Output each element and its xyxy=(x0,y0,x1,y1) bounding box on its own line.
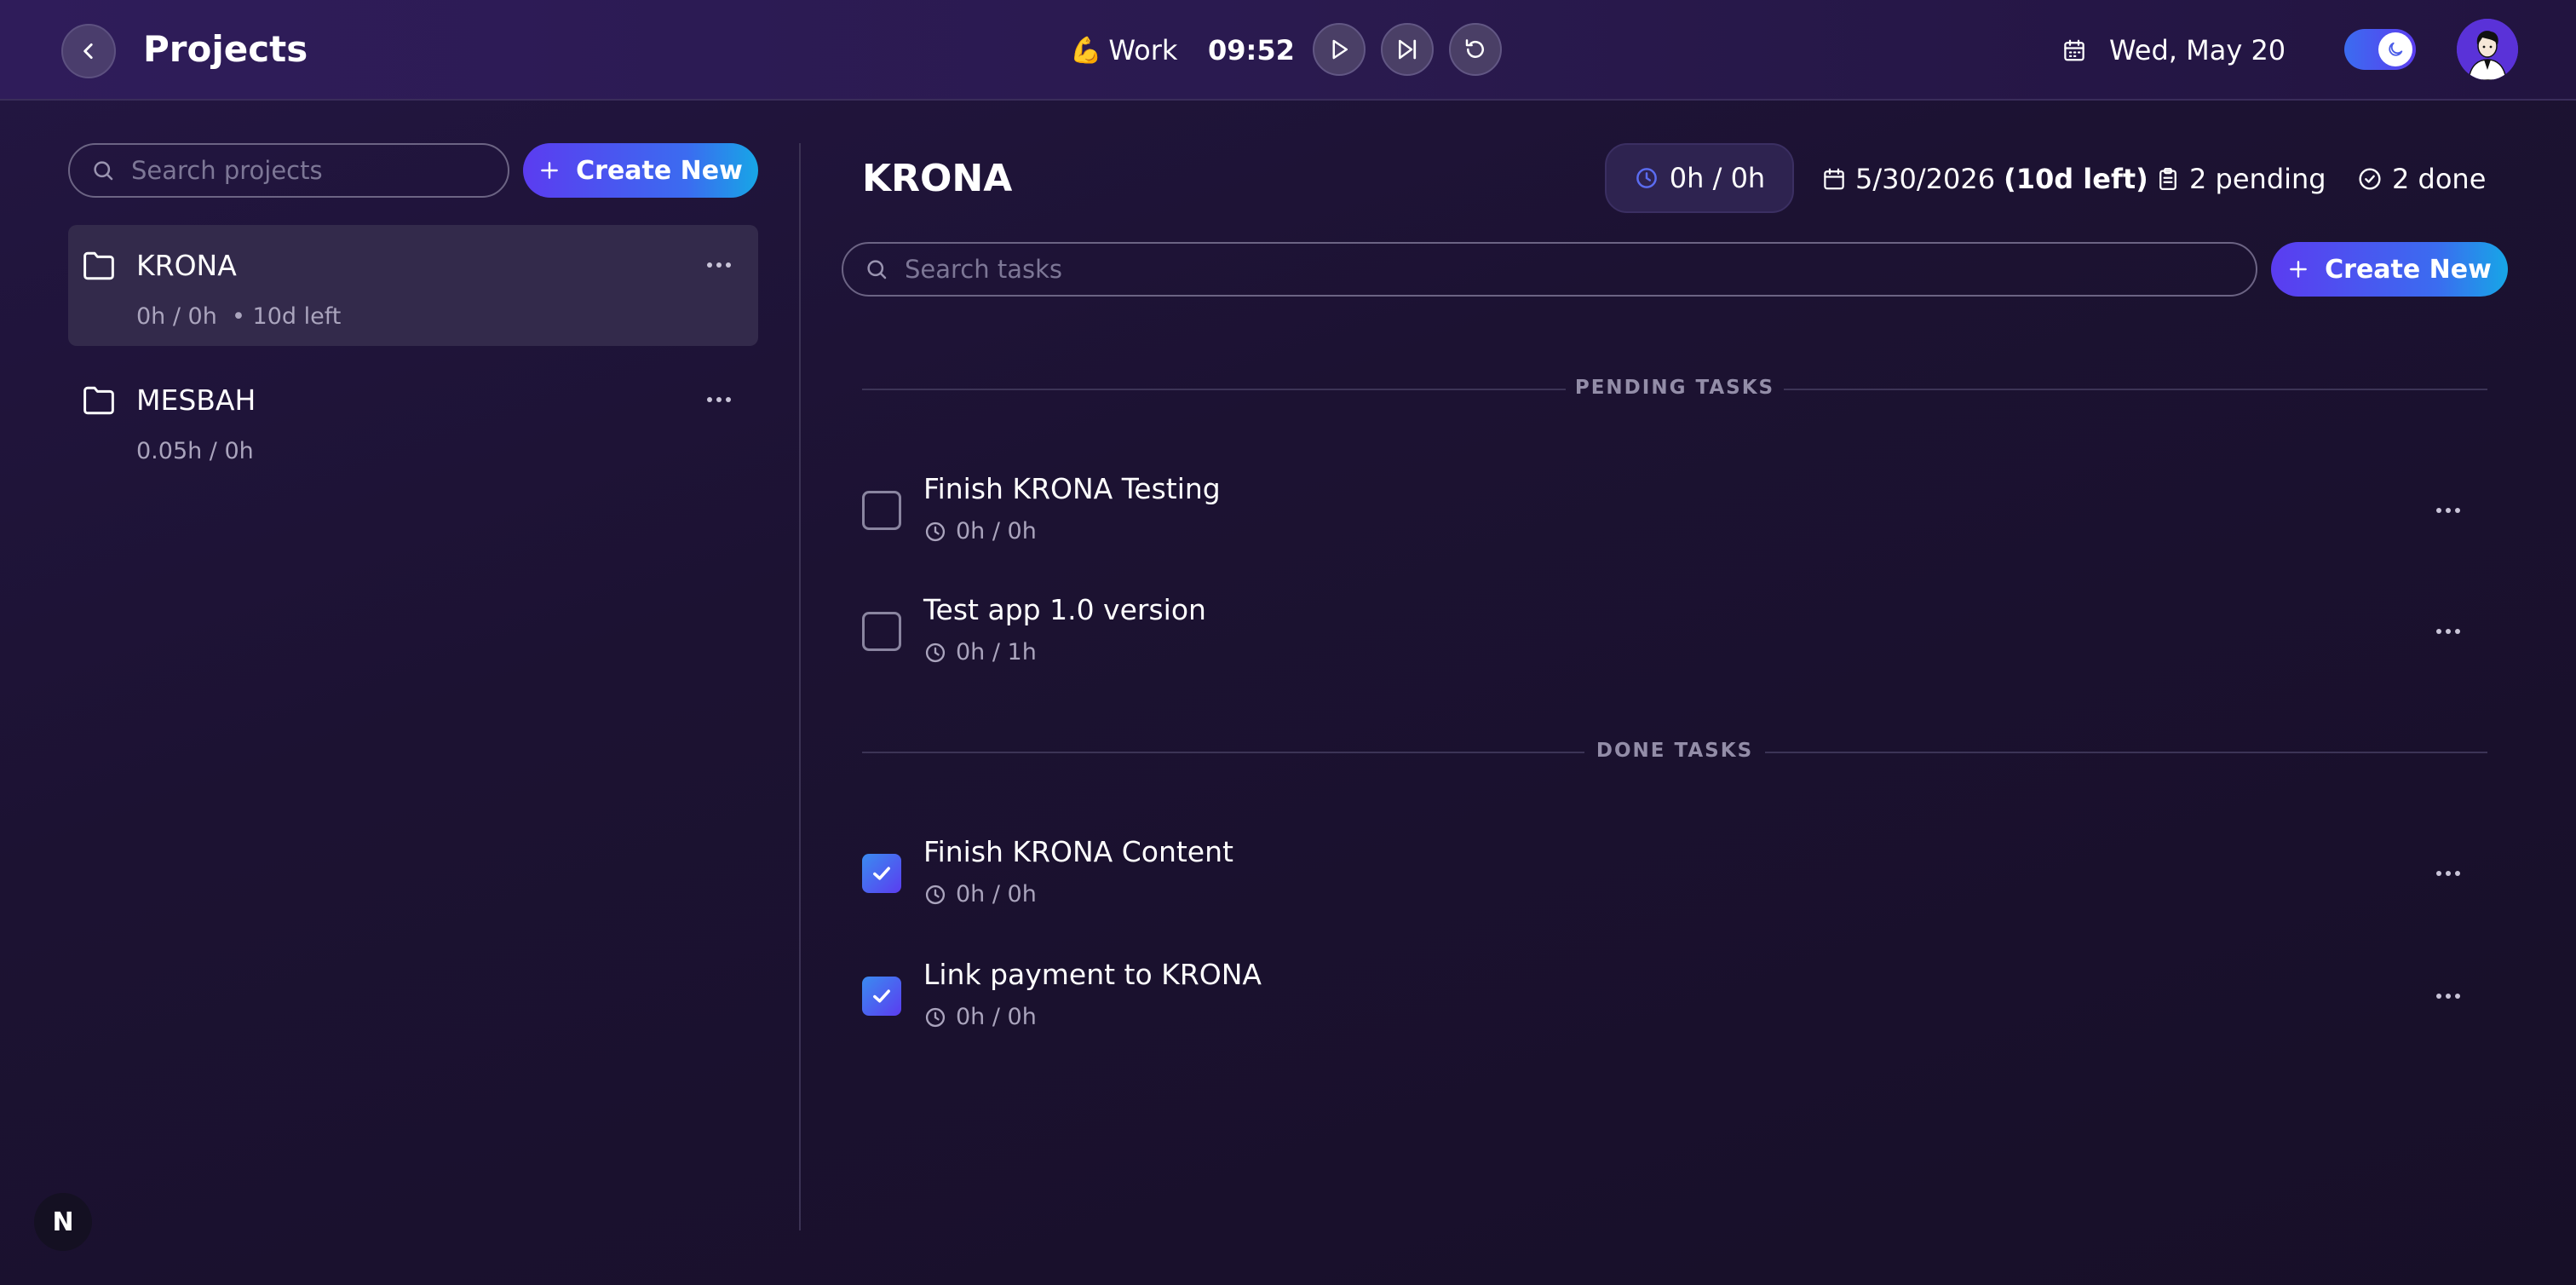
hours-summary: 0h / 0h xyxy=(1605,143,1794,213)
project-search-input[interactable]: Search projects xyxy=(68,143,509,198)
task-checkbox-checked[interactable] xyxy=(862,977,901,1016)
top-bar: Projects 💪 Work 09:52 Wed, May 20 xyxy=(0,0,2576,101)
project-meta: 0h / 0h • 10d left xyxy=(136,303,342,330)
flexed-biceps-icon: 💪 xyxy=(1070,35,1102,66)
calendar-icon xyxy=(2064,39,2084,61)
user-avatar-icon xyxy=(2457,19,2518,80)
done-count: 2 done xyxy=(2392,163,2487,195)
project-name: MESBAH xyxy=(136,383,256,417)
task-item[interactable]: Test app 1.0 version 0h / 1h xyxy=(862,591,2487,677)
pending-tasks-heading: PENDING TASKS xyxy=(862,377,2487,402)
mode-selector[interactable]: 💪 Work xyxy=(1070,26,1177,75)
checkmark-icon xyxy=(873,867,890,880)
task-time: 0h / 0h xyxy=(923,1004,1037,1030)
task-menu-button[interactable] xyxy=(2436,629,2460,634)
project-meta: 0.05h / 0h xyxy=(136,438,254,464)
done-tasks-heading: DONE TASKS xyxy=(862,740,2487,765)
task-title: Test app 1.0 version xyxy=(923,593,1206,626)
clock-icon xyxy=(1636,168,1657,188)
chevron-left-icon xyxy=(83,43,93,59)
task-menu-button[interactable] xyxy=(2436,508,2460,513)
task-item[interactable]: Link payment to KRONA 0h / 0h xyxy=(862,956,2487,1041)
avatar[interactable] xyxy=(2457,19,2518,80)
task-search-placeholder: Search tasks xyxy=(905,255,1063,284)
task-time: 0h / 0h xyxy=(923,881,1037,908)
folder-icon xyxy=(83,251,114,280)
done-stat: 2 done xyxy=(2356,160,2486,198)
moon-icon xyxy=(2389,42,2403,56)
calendar-icon xyxy=(1824,168,1844,190)
project-title: KRONA xyxy=(862,157,1013,200)
play-icon xyxy=(1332,39,1348,60)
plus-icon xyxy=(541,162,558,179)
reset-button[interactable] xyxy=(1449,23,1502,76)
task-time-value: 0h / 0h xyxy=(956,518,1037,545)
toggle-knob xyxy=(2378,32,2412,66)
project-search-placeholder: Search projects xyxy=(131,156,323,185)
pending-tasks-label: PENDING TASKS xyxy=(1574,377,1775,399)
create-project-button[interactable]: Create New xyxy=(523,143,758,198)
check-circle-icon xyxy=(2359,168,2381,190)
task-checkbox-checked[interactable] xyxy=(862,854,901,893)
task-checkbox[interactable] xyxy=(862,491,901,530)
task-time-value: 0h / 0h xyxy=(956,881,1037,908)
task-time: 0h / 0h xyxy=(923,518,1037,545)
task-title: Finish KRONA Content xyxy=(923,835,1233,868)
task-checkbox[interactable] xyxy=(862,612,901,651)
deadline-date: 5/30/2026 xyxy=(1855,163,1996,195)
timer-display: 09:52 xyxy=(1208,34,1295,66)
task-search-input[interactable]: Search tasks xyxy=(842,242,2257,297)
clock-icon xyxy=(925,521,946,541)
clipboard-icon xyxy=(2159,168,2176,190)
reset-icon xyxy=(1465,39,1484,58)
hours-value: 0h / 0h xyxy=(1669,162,1766,194)
project-item-mesbah[interactable]: MESBAH 0.05h / 0h xyxy=(68,360,758,481)
task-time-value: 0h / 0h xyxy=(956,1004,1037,1030)
create-task-label: Create New xyxy=(2325,254,2492,285)
pending-stat: 2 pending xyxy=(2155,160,2326,198)
page-title: Projects xyxy=(143,28,308,70)
deadline-left: (10d left) xyxy=(2004,163,2148,195)
task-time: 0h / 1h xyxy=(923,639,1037,666)
clock-icon xyxy=(925,1007,946,1027)
project-menu-button[interactable] xyxy=(707,262,731,268)
task-title: Link payment to KRONA xyxy=(923,958,1262,991)
task-menu-button[interactable] xyxy=(2436,994,2460,999)
deadline-stat: 5/30/2026 (10d left) xyxy=(1821,160,2148,198)
done-tasks-label: DONE TASKS xyxy=(1596,740,1754,762)
checkmark-icon xyxy=(873,989,890,1003)
create-project-label: Create New xyxy=(576,155,743,186)
create-task-button[interactable]: Create New xyxy=(2271,242,2508,297)
project-name: KRONA xyxy=(136,249,237,282)
date-display: Wed, May 20 xyxy=(2061,26,2286,75)
folder-icon xyxy=(83,386,114,415)
pending-count: 2 pending xyxy=(2189,163,2326,195)
dark-mode-toggle[interactable] xyxy=(2344,29,2416,70)
skip-button[interactable] xyxy=(1381,23,1434,76)
task-time-value: 0h / 1h xyxy=(956,639,1037,666)
search-icon xyxy=(867,260,887,279)
play-button[interactable] xyxy=(1313,23,1366,76)
task-menu-button[interactable] xyxy=(2436,871,2460,876)
dev-tools-badge[interactable]: N xyxy=(34,1193,92,1251)
clock-icon xyxy=(925,885,946,904)
date-label: Wed, May 20 xyxy=(2109,34,2286,66)
search-icon xyxy=(94,161,113,181)
back-button[interactable] xyxy=(61,24,116,78)
clock-icon xyxy=(925,642,946,662)
skip-forward-icon xyxy=(1399,39,1417,60)
task-title: Finish KRONA Testing xyxy=(923,472,1221,505)
task-item[interactable]: Finish KRONA Content 0h / 0h xyxy=(862,833,2487,919)
project-menu-button[interactable] xyxy=(707,397,731,402)
plus-icon xyxy=(2290,261,2307,278)
project-item-krona[interactable]: KRONA 0h / 0h • 10d left xyxy=(68,225,758,346)
task-item[interactable]: Finish KRONA Testing 0h / 0h xyxy=(862,470,2487,556)
mode-label: Work xyxy=(1108,34,1178,66)
panel-divider xyxy=(799,143,801,1230)
